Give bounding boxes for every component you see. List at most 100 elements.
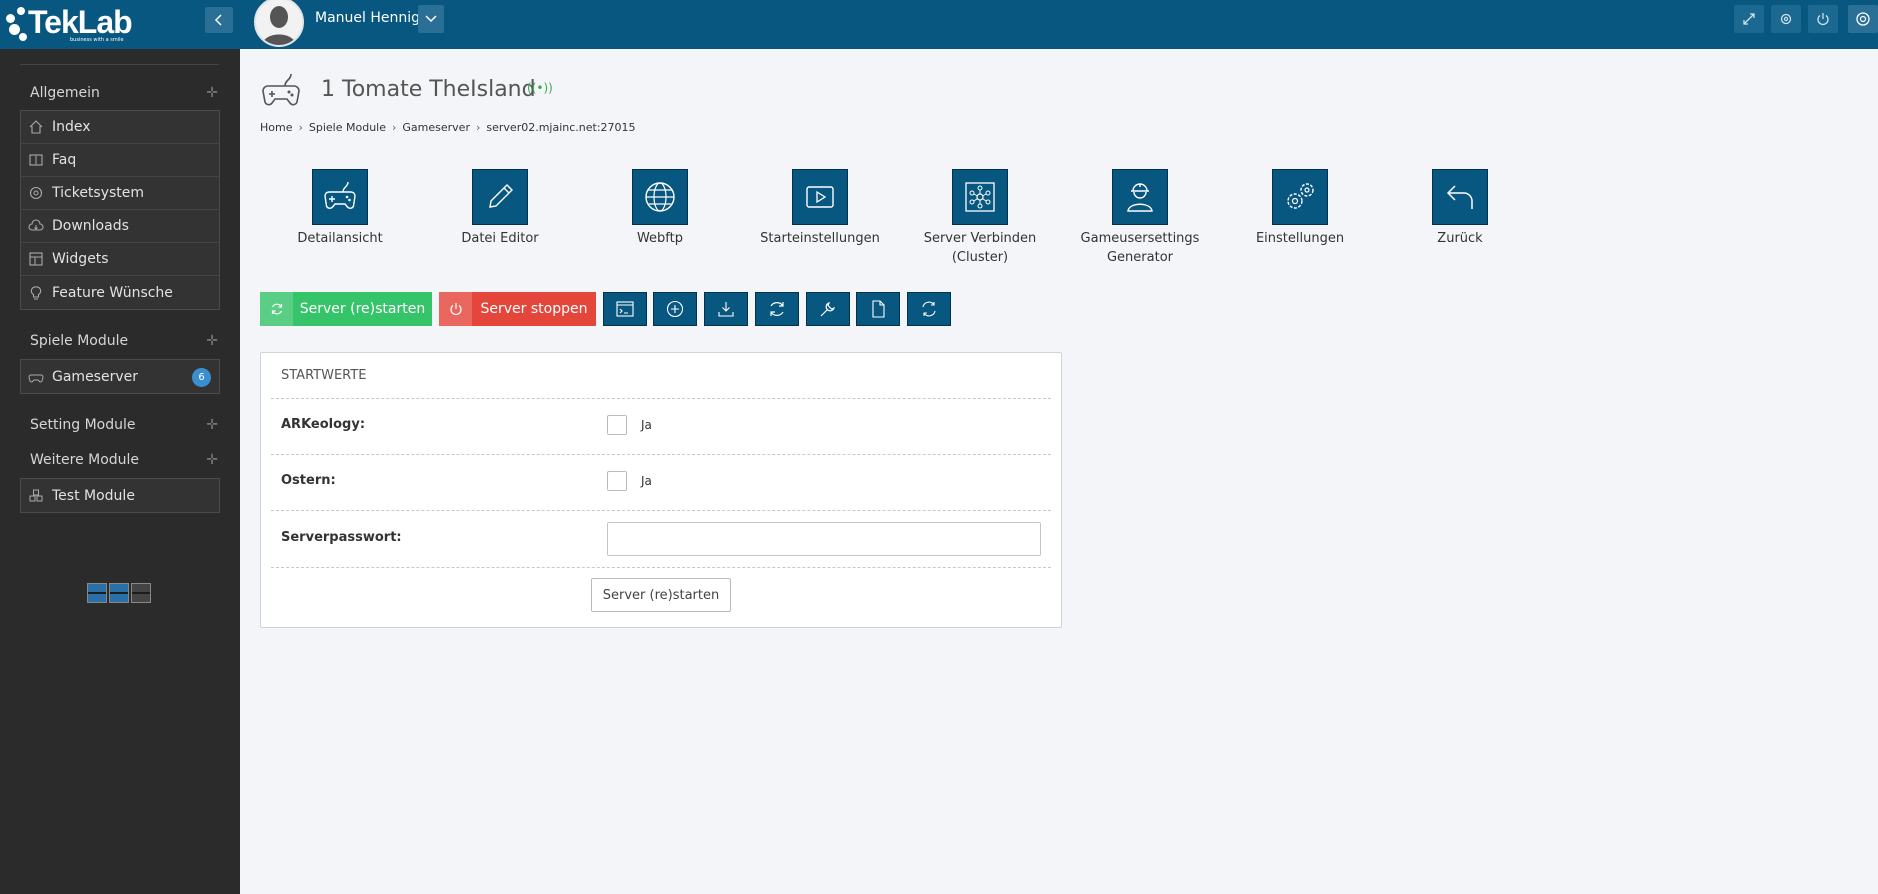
sidebar-item-ticketsystem[interactable]: Ticketsystem (21, 177, 219, 210)
ostern-checkbox-label[interactable]: Ja (641, 474, 652, 488)
count-badge: 6 (192, 368, 211, 387)
settings-button[interactable] (1771, 5, 1801, 33)
network-icon (952, 169, 1008, 225)
breadcrumb-gameserver[interactable]: Gameserver (402, 121, 470, 134)
tile-starteinstellungen[interactable]: Starteinstellungen (740, 169, 900, 248)
move-icon[interactable]: ✛ (206, 85, 218, 101)
sidebar-item-label: Ticketsystem (52, 185, 145, 201)
sidebar-group-weitere-module: Test Module (20, 478, 220, 513)
sidebar-section-title: Spiele Module (30, 333, 129, 349)
tile-datei-editor[interactable]: Datei Editor (420, 169, 580, 248)
power-icon (1817, 13, 1829, 26)
refresh-icon (260, 292, 293, 326)
layout-switch-1[interactable] (87, 583, 107, 603)
logout-button[interactable] (1808, 5, 1838, 33)
file-icon (872, 300, 885, 318)
tile-label: Datei Editor (461, 231, 539, 246)
tile-gameusersettings-generator[interactable]: Gameusersettings Generator (1060, 169, 1220, 267)
sidebar-item-widgets[interactable]: Widgets (21, 243, 219, 276)
sidebar-item-label: Faq (52, 152, 77, 168)
chevron-right-icon: › (298, 121, 303, 134)
sidebar-section-weitere-module[interactable]: Weitere Module ✛ (30, 452, 220, 474)
tile-server-verbinden[interactable]: Server Verbinden (Cluster) (900, 169, 1060, 267)
breadcrumb-spiele-module[interactable]: Spiele Module (309, 121, 386, 134)
divider (271, 567, 1051, 568)
chevron-right-icon: › (475, 121, 481, 134)
add-button[interactable] (653, 292, 697, 326)
sidebar-item-label: Index (52, 119, 91, 135)
power-icon (439, 292, 472, 326)
console-button[interactable] (603, 292, 647, 326)
page-title: 1 Tomate TheIsland (321, 77, 536, 102)
cloud-download-icon (27, 217, 45, 235)
support-button[interactable] (1848, 5, 1878, 33)
gamepad-icon (312, 169, 368, 225)
sidebar-section-allgemein[interactable]: Allgemein ✛ (30, 85, 220, 107)
arkeology-checkbox[interactable] (607, 415, 627, 435)
gamepad-icon (27, 368, 45, 386)
arkeology-label: ARKeology: (281, 417, 366, 432)
ticket-icon (27, 184, 45, 202)
ostern-label: Ostern: (281, 473, 336, 488)
move-icon[interactable]: ✛ (206, 452, 218, 468)
wrench-icon (820, 302, 835, 317)
server-restart-button[interactable]: Server (re)starten (260, 292, 432, 326)
sidebar-group-allgemein: Index Faq Ticketsystem Downloads Widgets… (20, 110, 220, 310)
lifebuoy-icon (1856, 12, 1870, 26)
startwerte-panel: STARTWERTE ARKeology: Ja Ostern: Ja Serv… (260, 352, 1062, 628)
button-label: Server stoppen (480, 301, 588, 317)
move-icon[interactable]: ✛ (206, 333, 218, 349)
sidebar-item-downloads[interactable]: Downloads (21, 210, 219, 243)
breadcrumb-home[interactable]: Home (260, 121, 292, 134)
tile-label: Detailansicht (297, 231, 383, 246)
user-name[interactable]: Manuel Hennig (315, 10, 420, 26)
submit-restart-button[interactable]: Server (re)starten (591, 578, 731, 612)
layout-switch-2[interactable] (109, 583, 129, 603)
sidebar-section-title: Setting Module (30, 417, 136, 433)
arkeology-checkbox-label[interactable]: Ja (641, 418, 652, 432)
sidebar-item-label: Feature Wünsche (52, 284, 173, 301)
undo-icon (1432, 169, 1488, 225)
move-icon[interactable]: ✛ (206, 417, 218, 433)
ostern-checkbox[interactable] (607, 471, 627, 491)
server-stop-button[interactable]: Server stoppen (439, 292, 596, 326)
layout-switch-3[interactable] (131, 583, 151, 603)
tile-label: Webftp (636, 231, 684, 246)
user-silhouette-icon (262, 6, 296, 45)
avatar[interactable] (254, 0, 304, 47)
tile-detailansicht[interactable]: Detailansicht (260, 169, 420, 248)
tile-einstellungen[interactable]: Einstellungen (1220, 169, 1380, 248)
fullscreen-button[interactable] (1734, 5, 1764, 33)
download-icon (718, 302, 734, 317)
reinstall-button[interactable] (755, 292, 799, 326)
sidebar-section-title: Weitere Module (30, 452, 140, 468)
sidebar-section-title: Allgemein (30, 85, 100, 101)
widgets-icon (27, 250, 45, 268)
serverpasswort-input[interactable] (607, 522, 1041, 556)
sidebar-item-feature-wuensche[interactable]: Feature Wünsche (21, 276, 219, 309)
download-button[interactable] (704, 292, 748, 326)
globe-icon (632, 169, 688, 225)
user-dropdown-button[interactable] (418, 5, 444, 33)
divider (271, 510, 1051, 511)
serverpasswort-label: Serverpasswort: (281, 530, 402, 545)
sidebar-collapse-button[interactable] (205, 7, 233, 33)
tools-button[interactable] (806, 292, 850, 326)
sidebar-section-spiele-module[interactable]: Spiele Module ✛ (30, 333, 220, 355)
brand-name: TekLab (28, 4, 133, 40)
sidebar-item-faq[interactable]: Faq (21, 144, 219, 177)
sidebar-group-spiele-module: Gameserver 6 (20, 359, 220, 394)
sidebar-item-index[interactable]: Index (21, 111, 219, 144)
logo[interactable]: TekLab business with a smile (6, 4, 146, 45)
sidebar-item-test-module[interactable]: Test Module (21, 479, 219, 512)
sidebar-section-setting-module[interactable]: Setting Module ✛ (30, 417, 220, 439)
chevron-down-icon (425, 15, 437, 23)
sidebar-item-gameserver[interactable]: Gameserver 6 (21, 360, 219, 393)
divider (271, 398, 1051, 399)
gamepad-icon (262, 73, 300, 106)
file-button[interactable] (856, 292, 900, 326)
tile-webftp[interactable]: Webftp (580, 169, 740, 248)
tile-zurueck[interactable]: Zurück (1380, 169, 1540, 248)
sync-button[interactable] (907, 292, 951, 326)
book-icon (27, 151, 45, 169)
